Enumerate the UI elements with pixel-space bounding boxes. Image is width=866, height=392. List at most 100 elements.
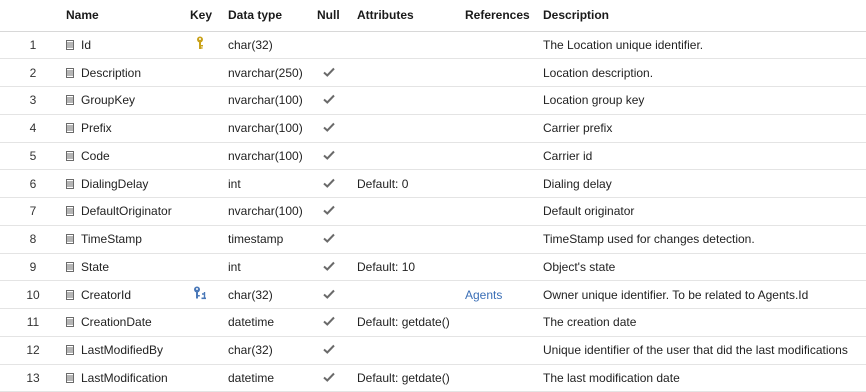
- column-name: State: [81, 259, 110, 274]
- table-row[interactable]: 10 CreatorId char(32) Agents Owner unique id…: [0, 280, 866, 309]
- column-icon: [66, 234, 74, 245]
- column-icon: [66, 289, 74, 300]
- header-attributes[interactable]: Attributes: [357, 0, 465, 32]
- check-icon: [323, 67, 335, 77]
- data-type-cell: char(32): [228, 336, 317, 365]
- null-cell: [317, 253, 357, 282]
- attributes-cell: Default: 0: [357, 169, 465, 198]
- column-name-cell[interactable]: DefaultOriginator: [66, 197, 190, 226]
- header-description[interactable]: Description: [543, 0, 866, 32]
- table-row[interactable]: 2 Description nvarchar(250) Location descri…: [0, 58, 866, 87]
- data-type-cell: nvarchar(250): [228, 58, 317, 87]
- column-name: Prefix: [81, 121, 112, 136]
- table-row[interactable]: 12 LastModifiedBy char(32) Unique identifie…: [0, 336, 866, 365]
- null-cell: [317, 142, 357, 171]
- references-cell: [465, 114, 543, 143]
- check-icon: [323, 316, 335, 327]
- table-row[interactable]: 7 DefaultOriginator nvarchar(100) Default o…: [0, 197, 866, 226]
- column-name: Description: [81, 65, 142, 80]
- table-row[interactable]: 6 DialingDelay int Default: 0 Dialing delay: [0, 169, 866, 198]
- table-row[interactable]: 13 LastModification datetime Default: getda…: [0, 364, 866, 392]
- description-cell: Carrier prefix: [543, 114, 866, 143]
- header-number: [0, 0, 66, 32]
- null-cell: [317, 225, 357, 254]
- column-name-cell[interactable]: State: [66, 253, 190, 282]
- column-icon: [66, 345, 74, 356]
- column-name-cell[interactable]: LastModification: [66, 364, 190, 392]
- key-cell: [190, 86, 228, 115]
- description-cell: Location group key: [543, 86, 866, 115]
- header-null[interactable]: Null: [317, 0, 357, 32]
- key-cell: [190, 308, 228, 337]
- column-icon: [66, 95, 74, 106]
- check-icon: [323, 94, 335, 105]
- table-row[interactable]: 4 Prefix nvarchar(100) Carrier prefix: [0, 114, 866, 143]
- column-name-cell[interactable]: LastModifiedBy: [66, 336, 190, 365]
- row-number: 3: [0, 86, 66, 115]
- column-name: DefaultOriginator: [81, 204, 172, 219]
- column-name-cell[interactable]: DialingDelay: [66, 169, 190, 198]
- row-number: 6: [0, 169, 66, 198]
- key-cell: [190, 253, 228, 282]
- row-number: 8: [0, 225, 66, 254]
- column-icon: [66, 372, 74, 383]
- attributes-cell: [357, 197, 465, 226]
- null-cell: [317, 31, 357, 60]
- column-name: GroupKey: [81, 93, 136, 108]
- header-data-type[interactable]: Data type: [228, 0, 317, 32]
- column-name-cell[interactable]: GroupKey: [66, 86, 190, 115]
- null-cell: [317, 364, 357, 392]
- references-cell: [465, 336, 543, 365]
- references-cell: [465, 86, 543, 115]
- description-cell: Object's state: [543, 253, 866, 282]
- header-key[interactable]: Key: [190, 0, 228, 32]
- column-name: CreatorId: [81, 287, 132, 302]
- table-row[interactable]: 8 TimeStamp timestamp TimeStamp used for ch…: [0, 225, 866, 254]
- check-icon: [323, 150, 335, 160]
- table-row[interactable]: 1 Id char(32) The Location unique identifie…: [0, 31, 866, 60]
- column-name-cell[interactable]: Id: [66, 31, 190, 60]
- null-cell: [317, 58, 357, 87]
- attributes-cell: [357, 280, 465, 309]
- attributes-cell: [357, 225, 465, 254]
- column-name-cell[interactable]: Description: [66, 58, 190, 87]
- references-cell: [465, 364, 543, 392]
- data-type-cell: nvarchar(100): [228, 197, 317, 226]
- data-type-cell: int: [228, 253, 317, 282]
- column-name-cell[interactable]: CreationDate: [66, 308, 190, 337]
- attributes-cell: [357, 336, 465, 365]
- null-cell: [317, 280, 357, 309]
- description-cell: The last modification date: [543, 364, 866, 392]
- check-icon: [323, 233, 335, 244]
- row-number: 4: [0, 114, 66, 143]
- table-row[interactable]: 5 Code nvarchar(100) Carrier id: [0, 142, 866, 171]
- column-name-cell[interactable]: TimeStamp: [66, 225, 190, 254]
- column-icon: [66, 150, 74, 161]
- references-cell: [465, 142, 543, 171]
- check-icon: [323, 344, 335, 355]
- columns-table: Name Key Data type Null Attributes Refer…: [0, 0, 866, 392]
- check-icon: [323, 289, 335, 299]
- column-name-cell[interactable]: CreatorId: [66, 280, 190, 309]
- header-name[interactable]: Name: [66, 0, 190, 32]
- attributes-cell: Default: getdate(): [357, 308, 465, 337]
- table-row[interactable]: 3 GroupKey nvarchar(100) Location group key: [0, 86, 866, 115]
- column-name: CreationDate: [81, 315, 152, 330]
- column-name-cell[interactable]: Prefix: [66, 114, 190, 143]
- data-type-cell: char(32): [228, 31, 317, 60]
- header-references[interactable]: References: [465, 0, 543, 32]
- key-cell: [190, 280, 228, 309]
- reference-link[interactable]: Agents: [465, 288, 502, 302]
- references-cell: [465, 169, 543, 198]
- references-cell: [465, 253, 543, 282]
- description-cell: TimeStamp used for changes detection.: [543, 225, 866, 254]
- foreign-key-icon: [193, 286, 207, 300]
- references-cell: [465, 225, 543, 254]
- table-row[interactable]: 9 State int Default: 10 Object's state: [0, 253, 866, 282]
- column-name-cell[interactable]: Code: [66, 142, 190, 171]
- column-icon: [66, 317, 74, 328]
- attributes-cell: [357, 142, 465, 171]
- data-type-cell: datetime: [228, 364, 317, 392]
- column-icon: [66, 178, 74, 189]
- table-row[interactable]: 11 CreationDate datetime Default: getdate()…: [0, 308, 866, 337]
